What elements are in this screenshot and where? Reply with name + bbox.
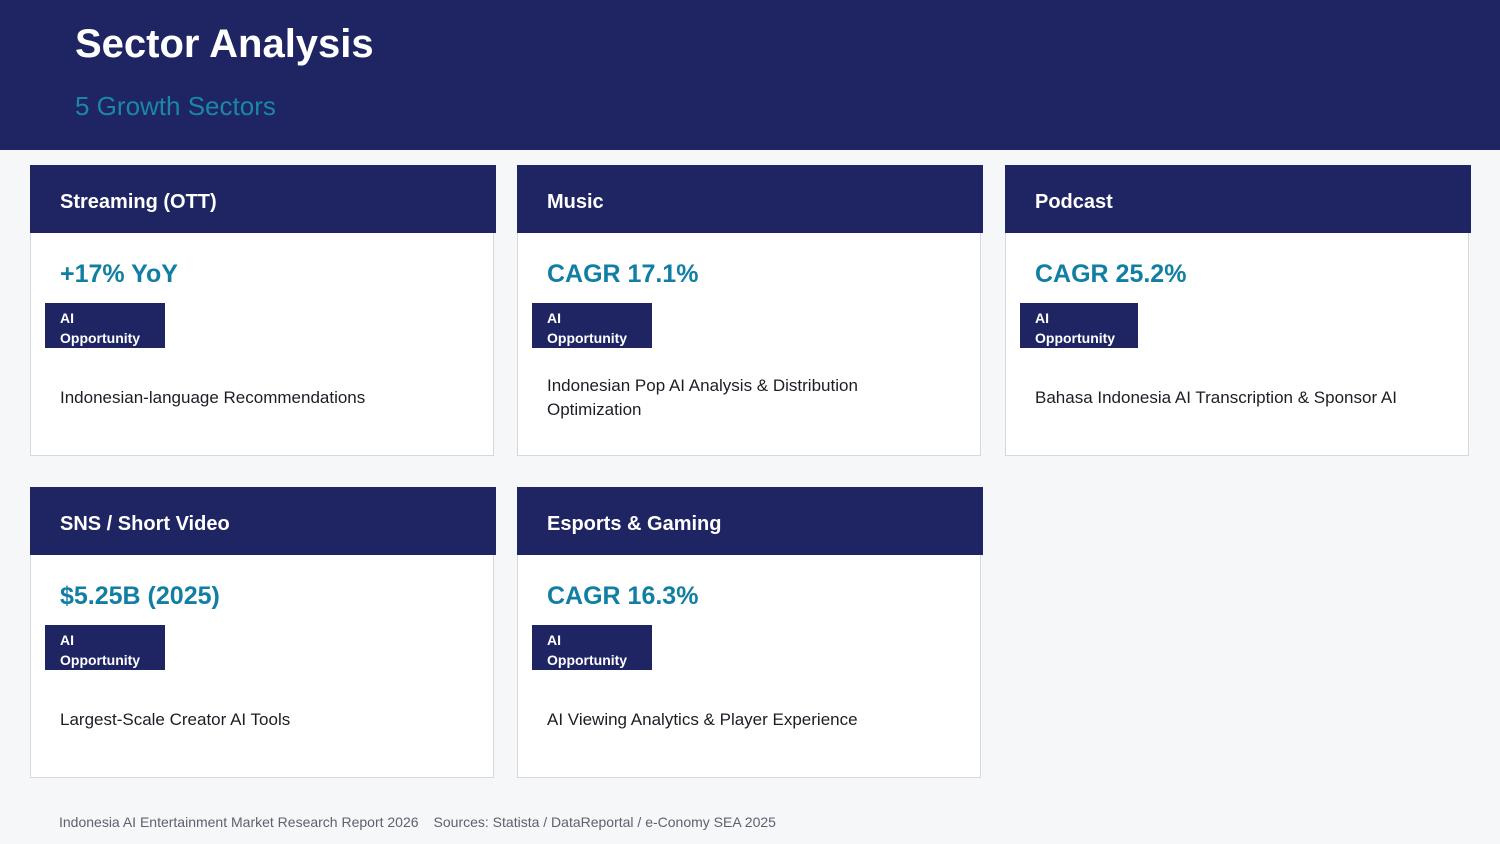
badge-label-line1: AI [60, 632, 74, 648]
badge-label-line2: Opportunity [60, 652, 141, 668]
sector-title: Podcast [1035, 191, 1113, 213]
slide-footer: Indonesia AI Entertainment Market Resear… [59, 812, 776, 832]
ai-opportunity-badge: AI Opportunity [45, 625, 165, 670]
sector-title: SNS / Short Video [60, 513, 230, 535]
sector-metric: +17% YoY [60, 260, 178, 288]
badge-label-line1: AI [1035, 310, 1049, 326]
sector-description: AI Viewing Analytics & Player Experience [547, 710, 858, 729]
sector-description: Bahasa Indonesia AI Transcription & Spon… [1035, 388, 1397, 407]
sector-title: Streaming (OTT) [60, 191, 217, 213]
slide-header: Sector Analysis 5 Growth Sectors [0, 0, 1500, 150]
page-subtitle: 5 Growth Sectors [75, 91, 276, 121]
sector-metric: CAGR 17.1% [547, 260, 699, 288]
sector-metric: $5.25B (2025) [60, 582, 220, 610]
sector-description-area: Largest-Scale Creator AI Tools [60, 688, 470, 752]
ai-opportunity-badge: AI Opportunity [532, 625, 652, 670]
sector-description-area: Indonesian Pop AI Analysis & Distributio… [547, 366, 957, 430]
sector-title: Esports & Gaming [547, 513, 722, 535]
sector-description: Largest-Scale Creator AI Tools [60, 710, 291, 729]
ai-opportunity-badge: AI Opportunity [45, 303, 165, 348]
badge-label-line2: Opportunity [1035, 330, 1116, 346]
footer-report-title: Indonesia AI Entertainment Market Resear… [59, 814, 419, 830]
sector-title: Music [547, 191, 604, 213]
sector-card-music: Music CAGR 17.1% AI Opportunity Indonesi… [517, 165, 983, 456]
sector-description-area: AI Viewing Analytics & Player Experience [547, 688, 957, 752]
sector-description: Indonesian-language Recommendations [60, 388, 366, 407]
sector-card-sns-short-video: SNS / Short Video $5.25B (2025) AI Oppor… [30, 487, 496, 778]
sector-description: Indonesian Pop AI Analysis & Distributio… [547, 376, 858, 419]
sector-card-esports-gaming: Esports & Gaming CAGR 16.3% AI Opportuni… [517, 487, 983, 778]
ai-opportunity-badge: AI Opportunity [1020, 303, 1138, 348]
badge-label-line2: Opportunity [60, 330, 141, 346]
ai-opportunity-badge: AI Opportunity [532, 303, 652, 348]
badge-label-line2: Opportunity [547, 330, 628, 346]
sector-description-area: Bahasa Indonesia AI Transcription & Spon… [1035, 366, 1445, 430]
sector-card-podcast: Podcast CAGR 25.2% AI Opportunity Bahasa… [1005, 165, 1471, 456]
badge-label-line2: Opportunity [547, 652, 628, 668]
sector-metric: CAGR 25.2% [1035, 260, 1187, 288]
sector-metric: CAGR 16.3% [547, 582, 699, 610]
badge-label-line1: AI [60, 310, 74, 326]
footer-sources: Sources: Statista / DataReportal / e-Con… [433, 814, 776, 830]
badge-label-line1: AI [547, 310, 561, 326]
badge-label-line1: AI [547, 632, 561, 648]
sector-card-streaming: Streaming (OTT) +17% YoY AI Opportunity … [30, 165, 496, 456]
sector-description-area: Indonesian-language Recommendations [60, 366, 470, 430]
page-title: Sector Analysis [75, 22, 374, 66]
